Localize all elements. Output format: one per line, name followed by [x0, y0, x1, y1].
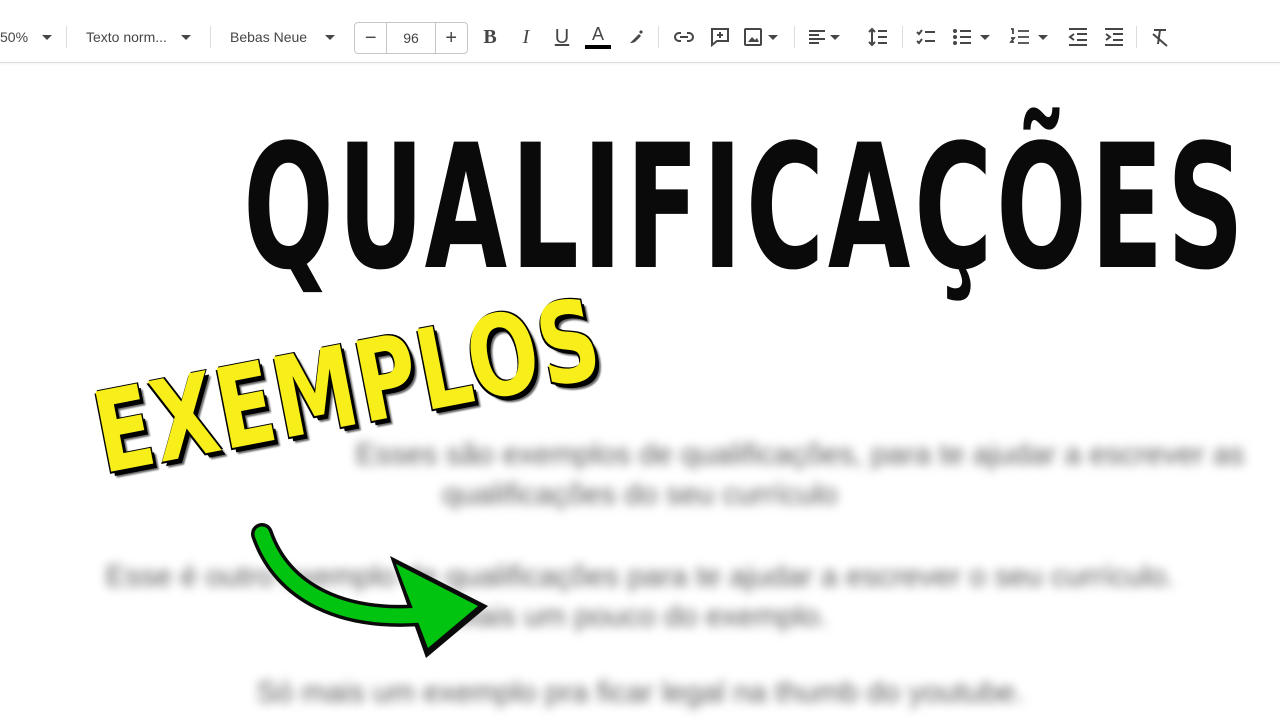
insert-image-button[interactable]	[742, 22, 778, 52]
font-size-control: − 96 +	[354, 22, 468, 54]
checklist-button[interactable]	[912, 22, 940, 52]
divider	[658, 26, 659, 48]
divider	[902, 26, 903, 48]
font-select[interactable]: Bebas Neue	[230, 22, 336, 52]
menu-strip	[0, 0, 1280, 12]
line-spacing-icon	[868, 27, 887, 47]
numbered-list-icon	[1009, 28, 1029, 44]
outdent-icon	[1068, 28, 1087, 46]
chevron-down-icon	[180, 34, 191, 40]
divider	[66, 26, 67, 48]
body-line: Só mais um exemplo pra ficar legal na th…	[256, 676, 1024, 709]
decrease-font-size-button[interactable]: −	[355, 23, 386, 53]
bulleted-list-button[interactable]	[950, 22, 990, 52]
numbered-list-button[interactable]	[1008, 22, 1048, 52]
formatting-toolbar: 50% Texto norm... Bebas Neue − 96 + B I …	[0, 0, 1280, 63]
chevron-down-icon	[1038, 34, 1048, 40]
style-select[interactable]: Texto norm...	[86, 22, 191, 52]
body-line: Mais um pouco do exemplo.	[452, 600, 828, 633]
indent-icon	[1105, 28, 1123, 46]
highlight-button[interactable]	[622, 22, 650, 52]
decrease-indent-button[interactable]	[1064, 22, 1092, 52]
clear-formatting-button[interactable]	[1146, 22, 1174, 52]
text-color-button[interactable]: A	[584, 22, 612, 52]
chevron-down-icon	[830, 34, 840, 40]
zoom-select[interactable]: 50%	[0, 22, 53, 52]
insert-comment-button[interactable]	[706, 22, 734, 52]
underline-button[interactable]: U	[548, 22, 576, 52]
bulleted-list-icon	[953, 29, 971, 45]
style-value: Texto norm...	[86, 29, 167, 45]
align-button[interactable]	[806, 22, 840, 52]
bold-button[interactable]: B	[476, 22, 504, 52]
text-color-swatch	[585, 45, 611, 49]
image-icon	[744, 28, 762, 46]
clear-formatting-icon	[1152, 29, 1168, 47]
text-color-icon: A	[591, 24, 604, 44]
align-left-icon	[809, 30, 825, 44]
chevron-down-icon	[980, 34, 990, 40]
chevron-down-icon	[325, 34, 336, 40]
italic-button[interactable]: I	[512, 22, 540, 52]
checklist-icon	[916, 29, 935, 45]
body-line: Esse é outro exemplo de qualificações pa…	[105, 560, 1175, 593]
divider	[210, 26, 211, 48]
line-spacing-button[interactable]	[864, 22, 892, 52]
chevron-down-icon	[768, 34, 778, 40]
increase-indent-button[interactable]	[1100, 22, 1128, 52]
green-arrow-icon	[251, 523, 488, 658]
document-heading: QUALIFICAÇÕES	[243, 107, 1248, 308]
highlighter-icon	[630, 30, 643, 43]
increase-font-size-button[interactable]: +	[436, 23, 467, 53]
chevron-down-icon	[42, 34, 53, 40]
add-comment-icon	[711, 28, 729, 48]
insert-link-button[interactable]	[670, 22, 698, 52]
divider	[1136, 26, 1137, 48]
font-size-input[interactable]: 96	[386, 23, 436, 53]
font-value: Bebas Neue	[230, 29, 308, 45]
link-icon	[674, 32, 694, 42]
zoom-value: 50%	[0, 29, 29, 45]
divider	[794, 26, 795, 48]
